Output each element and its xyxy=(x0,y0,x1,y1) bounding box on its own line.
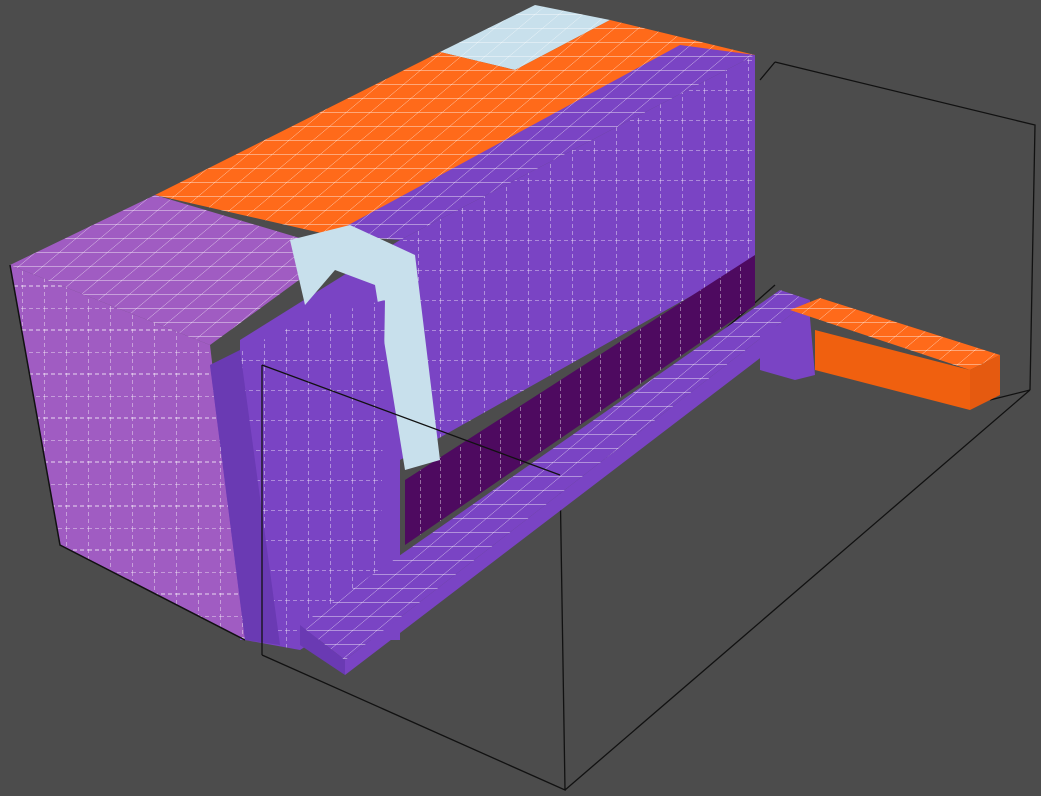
3d-voxel-viewport[interactable] xyxy=(0,0,1041,796)
orange-arm xyxy=(790,298,1000,410)
voxel-scene-svg[interactable] xyxy=(0,0,1041,796)
